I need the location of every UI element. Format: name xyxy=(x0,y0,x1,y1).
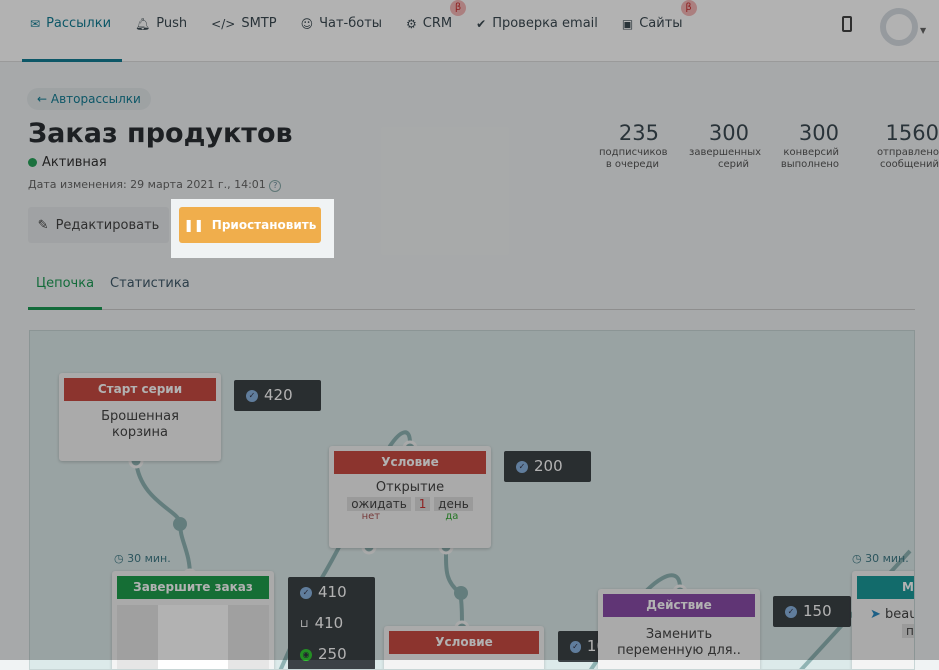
highlight-spotlight: ❚❚ Приостановить xyxy=(171,199,334,258)
dim-overlay xyxy=(0,0,939,660)
pause-button[interactable]: ❚❚ Приостановить xyxy=(179,207,321,243)
pause-label: Приостановить xyxy=(211,218,317,232)
pause-icon: ❚❚ xyxy=(183,218,204,232)
